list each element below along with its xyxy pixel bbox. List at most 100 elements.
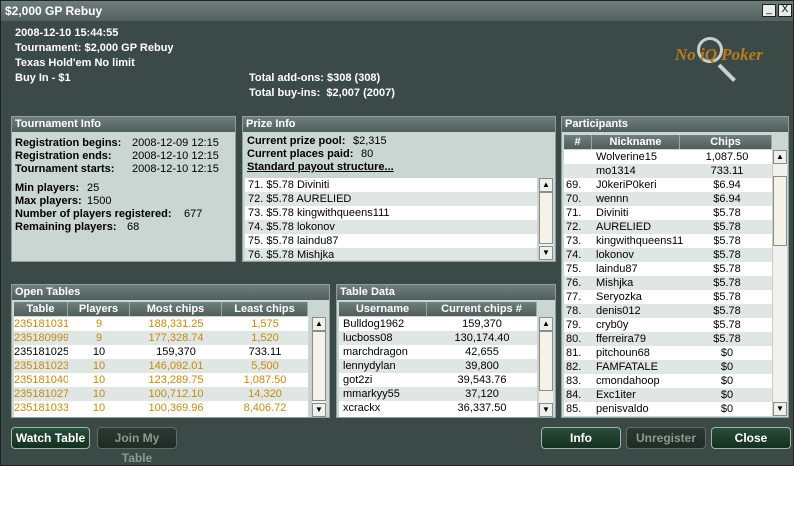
open-table-row[interactable]: 235181031 9 188,331.25 1,575 [14, 317, 308, 331]
participant-row[interactable]: 79. cryb0y $5.78 [564, 318, 772, 332]
scroll-thumb[interactable] [539, 192, 553, 244]
scroll-up-arrow[interactable]: ▲ [773, 150, 787, 164]
scroll-thumb[interactable] [312, 331, 326, 401]
participant-row[interactable]: 69. J0keriP0keri $6.94 [564, 178, 772, 192]
prize-row[interactable]: 72. $5.78 AURELIED [245, 192, 537, 206]
open-table-row[interactable]: 235181023 10 146,092.01 5,500 [14, 359, 308, 373]
table-data-row[interactable]: xcrackx 36,337.50 [339, 401, 537, 415]
open-table-row[interactable]: 235181033 10 100,369.96 8,406.72 [14, 401, 308, 415]
participant-row[interactable]: 83. cmondahoop $0 [564, 374, 772, 388]
participant-row[interactable]: Wolverine15 1,087.50 [564, 150, 772, 164]
col-header-rank[interactable]: # [564, 135, 592, 149]
col-header-least-chips[interactable]: Least chips [222, 302, 308, 316]
col-header-table[interactable]: Table [14, 302, 68, 316]
participant-row[interactable]: 81. pitchoun68 $0 [564, 346, 772, 360]
scroll-thumb[interactable] [539, 331, 553, 391]
participant-rank: 69. [566, 179, 582, 191]
info-button[interactable]: Info [541, 427, 621, 449]
scroll-down-arrow[interactable]: ▼ [773, 402, 787, 416]
table-data-row[interactable]: lucboss08 130,174.40 [339, 331, 537, 345]
col-header-current-chips[interactable]: Current chips # [427, 302, 537, 316]
tournament-starts-label: Tournament starts: [15, 163, 115, 175]
join-my-table-button[interactable]: Join My Table [97, 427, 177, 465]
scroll-down-arrow[interactable]: ▼ [539, 246, 553, 260]
watch-table-button[interactable]: Watch Table [11, 427, 90, 449]
prize-scrollbar[interactable]: ▲ ▼ [538, 178, 553, 260]
prize-row[interactable]: 73. $5.78 kingwithqueens111 [245, 206, 537, 220]
open-table-row[interactable]: 235181040 10 123,289.75 1,087.50 [14, 373, 308, 387]
participant-chips: $0 [720, 403, 734, 415]
participant-chips: $5.78 [713, 221, 741, 233]
participant-chips: $5.78 [713, 291, 741, 303]
participant-row[interactable]: 76. Mishjka $5.78 [564, 276, 772, 290]
scroll-down-arrow[interactable]: ▼ [312, 403, 326, 417]
scroll-up-arrow[interactable]: ▲ [312, 317, 326, 331]
participant-rank: 74. [566, 249, 582, 261]
registered-value: 677 [184, 208, 203, 220]
participant-row[interactable]: 73. kingwithqueens11 $5.78 [564, 234, 772, 248]
minimize-icon: _ [766, 4, 772, 15]
col-header-players[interactable]: Players [68, 302, 130, 316]
table-data-row[interactable]: mmarkyy55 37,120 [339, 387, 537, 401]
participant-row[interactable]: 72. AURELIED $5.78 [564, 220, 772, 234]
participants-title: Participants [562, 117, 788, 132]
participant-chips: $6.94 [713, 193, 741, 205]
table-least-chips: 1,520 [251, 332, 279, 344]
col-header-username[interactable]: Username [339, 302, 427, 316]
participant-row[interactable]: 75. laindu87 $5.78 [564, 262, 772, 276]
participant-rank: 83. [566, 375, 582, 387]
col-header-most-chips[interactable]: Most chips [130, 302, 222, 316]
participant-row[interactable]: 85. penisvaldo $0 [564, 402, 772, 416]
table-data-row[interactable]: lennydylan 39,800 [339, 359, 537, 373]
table-data-scrollbar[interactable]: ▲ ▼ [538, 317, 553, 417]
close-window-button[interactable]: X [778, 4, 792, 17]
participant-chips: $0 [720, 389, 734, 401]
scroll-up-arrow[interactable]: ▲ [539, 317, 553, 331]
participant-row[interactable]: 82. FAMFATALE $0 [564, 360, 772, 374]
prize-row[interactable]: 75. $5.78 laindu87 [245, 234, 537, 248]
table-data-row[interactable]: marchdragon 42,655 [339, 345, 537, 359]
title-bar: $2,000 GP Rebuy [1, 1, 793, 21]
minimize-button[interactable]: _ [762, 4, 776, 17]
participant-row[interactable]: 80. fferreira79 $5.78 [564, 332, 772, 346]
scroll-up-arrow[interactable]: ▲ [539, 178, 553, 192]
table-id: 235181023 [14, 360, 68, 372]
table-data-row[interactable]: got2zi 39,543.76 [339, 373, 537, 387]
participant-chips: $5.78 [713, 263, 741, 275]
payout-structure-link[interactable]: Standard payout structure... [247, 161, 394, 173]
participant-row[interactable]: 71. Diviniti $5.78 [564, 206, 772, 220]
table-most-chips: 100,369.96 [148, 402, 204, 414]
open-tables-scrollbar[interactable]: ▲ ▼ [311, 317, 326, 417]
table-players: 10 [92, 388, 106, 400]
participant-rank [566, 150, 592, 164]
scroll-thumb[interactable] [773, 176, 787, 246]
prize-row[interactable]: 76. $5.78 Mishjka [245, 248, 537, 260]
scroll-down-arrow[interactable]: ▼ [539, 403, 553, 417]
open-table-row[interactable]: 235181027 10 100,712.10 14,320 [14, 387, 308, 401]
col-header-nickname[interactable]: Nickname [592, 135, 680, 149]
unregister-button[interactable]: Unregister [626, 427, 706, 449]
header-total-addons: Total add-ons: $308 (308) [249, 72, 381, 84]
col-header-chips[interactable]: Chips [680, 135, 772, 149]
open-table-row[interactable]: 235180999 9 177,328.74 1,520 [14, 331, 308, 345]
participant-row[interactable]: 84. Exc1iter $0 [564, 388, 772, 402]
table-data-row[interactable]: Bulldog1962 159,370 [339, 317, 537, 331]
registration-ends-label: Registration ends: [15, 150, 112, 162]
participants-scrollbar[interactable]: ▲ ▼ [772, 150, 787, 416]
header-game: Texas Hold'em No limit [15, 57, 135, 69]
player-username: marchdragon [343, 346, 408, 358]
player-username: got2zi [343, 374, 373, 386]
participant-row[interactable]: 78. denis012 $5.78 [564, 304, 772, 318]
table-data-list: Bulldog1962 159,370 lucboss08 130,174.40 mar… [339, 317, 537, 417]
participant-row[interactable]: 74. lokonov $5.78 [564, 248, 772, 262]
prize-row[interactable]: 71. $5.78 Diviniti [245, 178, 537, 192]
participant-row[interactable]: mo1314 733.11 [564, 164, 772, 178]
participant-row[interactable]: 70. wennn $6.94 [564, 192, 772, 206]
open-table-row[interactable]: 235181025 10 159,370 733.11 [14, 345, 308, 359]
participant-row[interactable]: 77. Seryozka $5.78 [564, 290, 772, 304]
window-title: $2,000 GP Rebuy [5, 4, 103, 18]
prize-row[interactable]: 74. $5.78 lokonov [245, 220, 537, 234]
close-button[interactable]: Close [711, 427, 791, 449]
participant-nickname: pitchoun68 [596, 347, 650, 359]
player-chips: 130,174.40 [454, 332, 510, 344]
